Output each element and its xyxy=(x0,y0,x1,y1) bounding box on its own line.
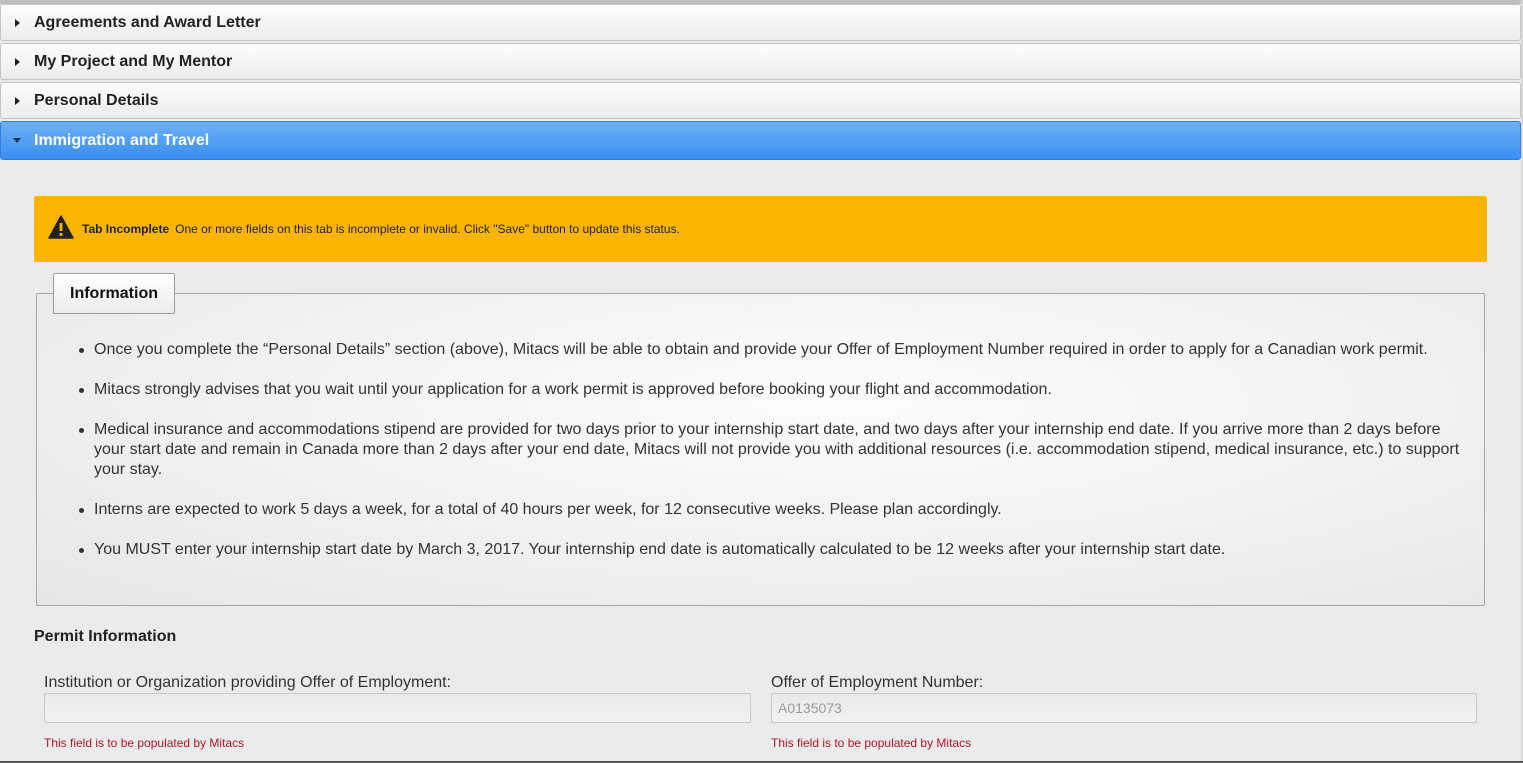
institution-field[interactable] xyxy=(44,693,751,723)
list-item: You MUST enter your internship start dat… xyxy=(79,540,1474,560)
accordion-header-label: My Project and My Mentor xyxy=(34,53,233,70)
accordion-header-agreements[interactable]: Agreements and Award Letter xyxy=(0,4,1521,41)
accordion-header-label: Personal Details xyxy=(34,92,159,109)
offer-number-field-hint: This field is to be populated by Mitacs xyxy=(771,736,972,750)
offer-number-field-label: Offer of Employment Number: xyxy=(771,674,984,691)
information-legend: Information xyxy=(53,273,175,314)
application-page: Agreements and Award Letter My Project a… xyxy=(0,0,1523,763)
accordion-header-personal-details[interactable]: Personal Details xyxy=(0,82,1521,119)
alert-message: Tab Incomplete One or more fields on this… xyxy=(82,222,680,236)
accordion-header-label: Agreements and Award Letter xyxy=(34,14,261,31)
caret-down-icon xyxy=(13,138,21,143)
list-item: Medical insurance and accommodations sti… xyxy=(79,420,1474,480)
caret-right-icon xyxy=(15,97,20,105)
alert-title: Tab Incomplete xyxy=(82,222,170,236)
immigration-travel-panel: Tab Incomplete One or more fields on this… xyxy=(0,160,1523,763)
accordion-header-immigration-travel[interactable]: Immigration and Travel xyxy=(0,121,1521,160)
list-item: Mitacs strongly advises that you wait un… xyxy=(79,380,1474,400)
institution-field-label: Institution or Organization providing Of… xyxy=(44,674,452,691)
accordion-header-my-project[interactable]: My Project and My Mentor xyxy=(0,43,1521,80)
warning-triangle-icon xyxy=(48,215,74,239)
caret-right-icon xyxy=(15,19,20,27)
institution-field-hint: This field is to be populated by Mitacs xyxy=(44,736,245,750)
tab-incomplete-alert: Tab Incomplete One or more fields on this… xyxy=(34,196,1487,262)
list-item: Interns are expected to work 5 days a we… xyxy=(79,500,1474,520)
permit-information-heading: Permit Information xyxy=(34,628,177,645)
list-item: Once you complete the “Personal Details”… xyxy=(79,340,1474,360)
alert-text: One or more fields on this tab is incomp… xyxy=(175,222,680,236)
offer-number-field[interactable] xyxy=(771,693,1477,723)
accordion-header-label: Immigration and Travel xyxy=(34,132,210,149)
information-list: Once you complete the “Personal Details”… xyxy=(79,340,1474,580)
caret-right-icon xyxy=(15,58,20,66)
